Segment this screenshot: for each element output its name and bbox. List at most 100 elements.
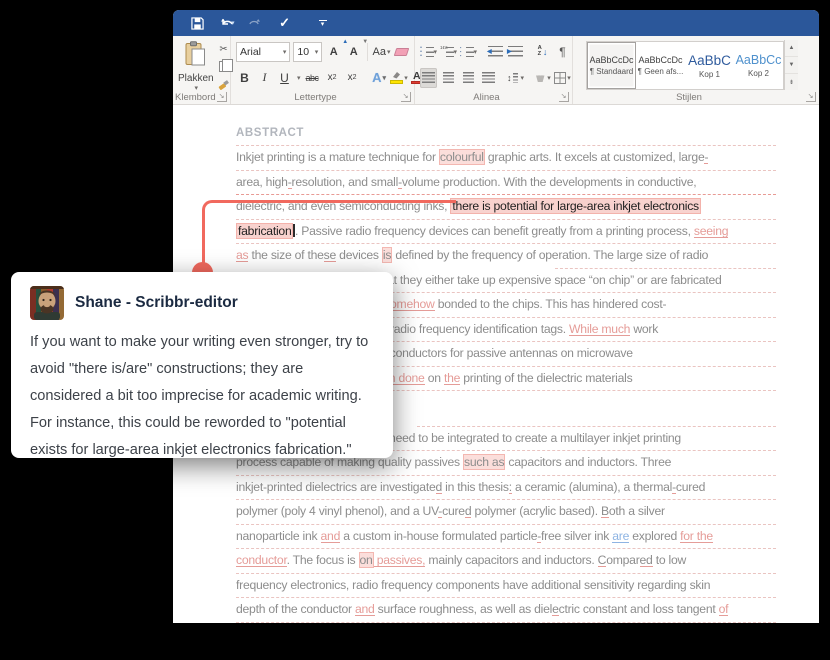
style-card[interactable]: AaBbCcDc ¶ Geen afs...	[636, 42, 685, 89]
font-dialog-launcher[interactable]: ↘	[401, 92, 411, 102]
comment-author: Shane - Scribbr-editor	[75, 294, 238, 311]
shrink-font-button[interactable]: A ▼	[345, 39, 368, 62]
paragraph-dialog-launcher[interactable]: ↘	[559, 92, 569, 102]
multilevel-list-button[interactable]: ▾	[460, 42, 477, 62]
text-segment: ed	[639, 553, 653, 567]
text-segment: . The focus is	[286, 553, 359, 567]
increase-indent-button[interactable]: ▶	[507, 42, 524, 62]
eraser-icon	[393, 47, 410, 56]
shading-button[interactable]: ▾	[534, 68, 551, 88]
copy-icon[interactable]	[216, 59, 234, 74]
text-segment: cured	[675, 479, 706, 494]
bullet-list-button[interactable]: ▾	[420, 42, 437, 62]
font-name-select[interactable]: Arial ▾	[236, 41, 291, 62]
ribbon-group-styles: AaBbCcDc ¶ Standaard AaBbCcDc ¶ Geen afs...…	[573, 36, 819, 104]
text-effects-button[interactable]: A ▾	[371, 68, 388, 88]
italic-button[interactable]: I	[256, 68, 273, 88]
style-card[interactable]: AaBbCc Kop 2	[734, 42, 783, 89]
undo-dropdown-icon[interactable]: ▾	[231, 19, 235, 27]
strikethrough-button[interactable]: abc	[304, 68, 321, 88]
style-card[interactable]: AaBbC Kop 1	[685, 42, 734, 89]
text-segment: bonded to the chips. This has hindered c…	[434, 297, 667, 311]
comment-leader-line	[202, 200, 456, 264]
borders-button[interactable]: ▾	[554, 68, 571, 88]
styles-dialog-launcher[interactable]: ↘	[806, 92, 816, 102]
styles-more-icon[interactable]: ⇟	[785, 74, 798, 90]
style-sample: AaBbCcDc	[589, 55, 634, 65]
text-segment: to low	[652, 553, 687, 567]
paste-dropdown-icon[interactable]: ▾	[195, 84, 199, 92]
bold-button[interactable]: B	[236, 68, 253, 88]
change-case-button[interactable]: Aa ▾	[373, 42, 391, 62]
style-name: ¶ Geen afs...	[637, 67, 684, 76]
text-segment: mainly capacitors and inductors.	[425, 553, 598, 567]
text-segment: seeing	[693, 223, 729, 238]
doc-line: Inkjet printing is a mature technique fo…	[236, 145, 776, 170]
underline-button[interactable]: U	[276, 68, 293, 88]
text-segment: of	[718, 602, 729, 616]
text-segment: volume production. With the developments…	[401, 174, 697, 189]
font-size-select[interactable]: 10 ▾	[293, 41, 323, 62]
decrease-indent-button[interactable]: ◀	[487, 42, 504, 62]
style-name: Kop 2	[748, 69, 769, 78]
doc-line: area, high-resolution, and small-volume …	[236, 169, 776, 195]
save-icon[interactable]	[187, 13, 207, 33]
group-label-styles: Stijlen	[676, 92, 702, 103]
cut-icon[interactable]: ✂	[216, 42, 232, 57]
edit-dash-line	[236, 523, 776, 525]
sort-button[interactable]: A Z ↓	[534, 42, 551, 62]
redo-icon[interactable]	[245, 13, 265, 33]
text-segment: work	[630, 321, 659, 336]
align-center-button[interactable]	[440, 68, 457, 88]
align-right-button[interactable]	[460, 68, 477, 88]
justify-button[interactable]	[480, 68, 497, 88]
styles-scroll-down-icon[interactable]: ▼	[785, 57, 798, 74]
text-segment: polymer (acrylic based).	[471, 504, 601, 518]
doc-line: depth of the conductor and surface rough…	[236, 597, 776, 622]
abstract-heading: ABSTRACT	[236, 127, 305, 139]
edit-dash-line	[555, 267, 776, 269]
doc-line: the dielectric. These concerns are inves…	[236, 621, 776, 624]
styles-scroll-up-icon[interactable]: ▲	[785, 40, 798, 57]
edit-dash-line	[236, 548, 776, 549]
text-segment: are	[612, 528, 630, 543]
grow-font-button[interactable]: A ▲	[325, 39, 348, 62]
numbered-list-button[interactable]: ▾	[440, 42, 457, 62]
highlight-color-button[interactable]: ▾	[390, 68, 408, 88]
confirm-icon[interactable]: ✓	[275, 13, 295, 33]
text-segment: nanoparticle ink	[236, 528, 321, 543]
style-sample: AaBbCc	[735, 53, 782, 67]
paint-bucket-icon	[536, 75, 545, 82]
numbered-list-icon	[440, 46, 455, 58]
edit-dash-line	[236, 474, 776, 476]
format-painter-icon[interactable]	[216, 76, 232, 91]
text-segment: colourful	[438, 149, 485, 165]
group-label-paragraph: Alinea	[473, 92, 500, 103]
edit-dash-line	[236, 145, 776, 146]
text-segment: a ceramic (alumina), a thermal	[511, 479, 673, 494]
subscript-button[interactable]: x2	[324, 68, 341, 88]
edit-dash-line	[236, 169, 776, 171]
clipboard-dialog-launcher[interactable]: ↘	[217, 92, 227, 102]
clear-formatting-button[interactable]	[393, 42, 410, 62]
paste-button[interactable]: Plakken ▾	[178, 41, 214, 92]
text-segment: oth a silver	[608, 504, 665, 518]
group-label-font: Lettertype	[294, 92, 337, 103]
show-paragraph-marks-button[interactable]: ¶	[554, 42, 571, 62]
quick-access-more-icon[interactable]: ▾	[318, 19, 327, 28]
ribbon: Plakken ▾ ✂ Klembord ↘ Arial▾ 10▾ A▲	[173, 36, 819, 105]
clipboard-icon	[185, 41, 206, 71]
text-segment: area, high	[236, 174, 288, 189]
style-card[interactable]: AaBbCcDc ¶ Standaard	[587, 42, 636, 89]
text-segment: frequency electronics, radio frequency c…	[236, 577, 711, 592]
text-segment: there is potential for large-area inkjet…	[450, 198, 701, 214]
doc-line: frequency electronics, radio frequency c…	[236, 572, 776, 598]
edit-dash-line	[236, 597, 776, 598]
underline-dropdown-icon[interactable]: ▾	[297, 74, 301, 82]
line-spacing-button[interactable]: ↕ ▾	[507, 68, 524, 88]
superscript-button[interactable]: x2	[344, 68, 361, 88]
avatar	[30, 286, 64, 320]
text-segment: inkjet-printed dielectrics are investiga…	[236, 479, 436, 494]
comment-body: If you want to make your writing even st…	[30, 334, 369, 458]
align-left-button[interactable]	[420, 67, 437, 88]
